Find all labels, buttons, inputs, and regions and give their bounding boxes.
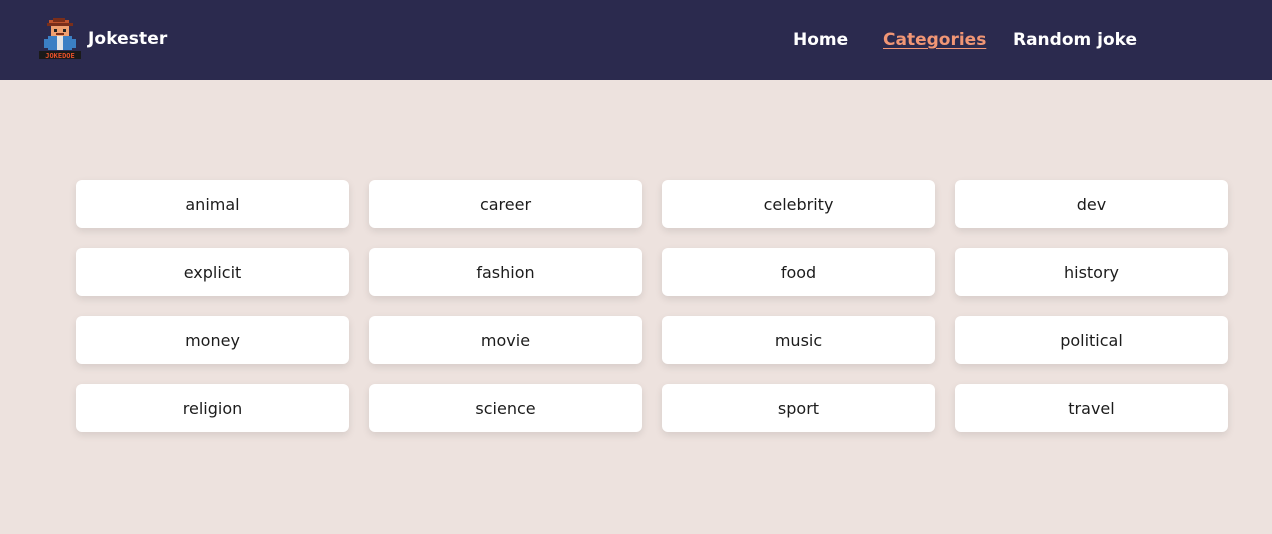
nav-random-joke-link[interactable]: Random joke: [1013, 29, 1137, 51]
category-card-sport[interactable]: sport: [662, 384, 935, 432]
category-card-religion[interactable]: religion: [76, 384, 349, 432]
nav-categories-link[interactable]: Categories: [883, 29, 986, 51]
category-card-history[interactable]: history: [955, 248, 1228, 296]
category-card-animal[interactable]: animal: [76, 180, 349, 228]
category-card-movie[interactable]: movie: [369, 316, 642, 364]
category-card-science[interactable]: science: [369, 384, 642, 432]
category-card-travel[interactable]: travel: [955, 384, 1228, 432]
category-card-celebrity[interactable]: celebrity: [662, 180, 935, 228]
category-card-political[interactable]: political: [955, 316, 1228, 364]
category-card-fashion[interactable]: fashion: [369, 248, 642, 296]
logo-text: JOKEDOE: [45, 52, 75, 60]
category-card-music[interactable]: music: [662, 316, 935, 364]
nav-home-link[interactable]: Home: [793, 29, 848, 51]
category-card-explicit[interactable]: explicit: [76, 248, 349, 296]
category-card-career[interactable]: career: [369, 180, 642, 228]
category-grid: animal career celebrity dev explicit fas…: [76, 180, 1228, 432]
brand-name: Jokester: [88, 29, 168, 49]
category-card-food[interactable]: food: [662, 248, 935, 296]
brand-link[interactable]: JOKEDOE Jokester: [38, 18, 167, 60]
category-card-dev[interactable]: dev: [955, 180, 1228, 228]
top-navbar: JOKEDOE Jokester Home Categories Random …: [0, 0, 1272, 80]
category-card-money[interactable]: money: [76, 316, 349, 364]
cowboy-mascot-logo-icon: JOKEDOE: [39, 18, 81, 60]
